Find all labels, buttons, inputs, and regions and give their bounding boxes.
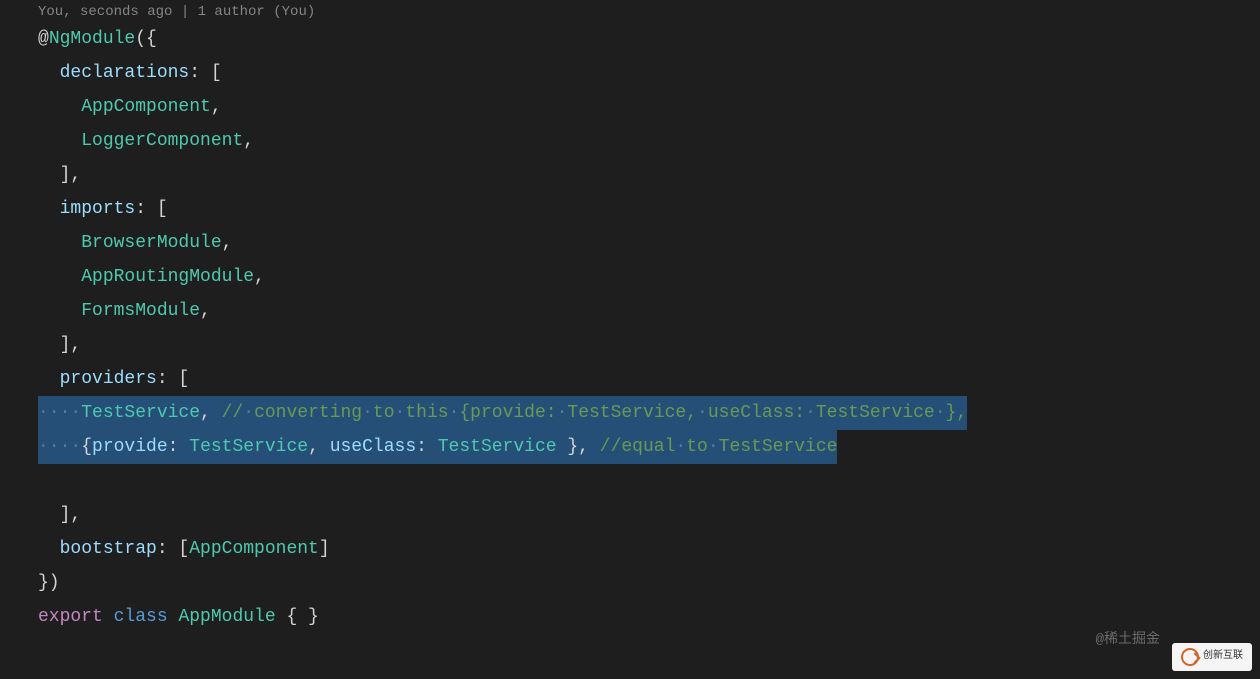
code-content[interactable]: @NgModule({ declarations: [ AppComponent… [0, 22, 1260, 634]
code-line[interactable]: ····{provide: TestService, useClass: Tes… [0, 430, 1260, 464]
code-line[interactable]: export class AppModule { } [0, 600, 1260, 634]
code-line[interactable]: AppRoutingModule, [0, 260, 1260, 294]
code-line[interactable]: imports: [ [0, 192, 1260, 226]
watermark-logo: 创新互联 [1172, 643, 1252, 671]
code-line[interactable]: bootstrap: [AppComponent] [0, 532, 1260, 566]
code-line[interactable]: AppComponent, [0, 90, 1260, 124]
code-line[interactable]: @NgModule({ [0, 22, 1260, 56]
code-line[interactable]: ], [0, 158, 1260, 192]
codelens-annotation[interactable]: You, seconds ago | 1 author (You) [0, 2, 1260, 22]
code-line[interactable]: ], [0, 328, 1260, 362]
code-line[interactable]: providers: [ [0, 362, 1260, 396]
code-line[interactable]: FormsModule, [0, 294, 1260, 328]
code-line[interactable]: ····TestService, //·converting·to·this·{… [0, 396, 1260, 430]
code-line[interactable]: }) [0, 566, 1260, 600]
logo-text: 创新互联 [1203, 640, 1243, 674]
code-editor[interactable]: You, seconds ago | 1 author (You) @NgMod… [0, 2, 1260, 634]
code-line[interactable]: LoggerComponent, [0, 124, 1260, 158]
code-line[interactable]: BrowserModule, [0, 226, 1260, 260]
code-line[interactable]: ], [0, 498, 1260, 532]
watermark-text: @稀土掘金 [1096, 623, 1160, 657]
code-line[interactable] [0, 464, 1260, 498]
logo-icon [1181, 648, 1199, 666]
code-line[interactable]: declarations: [ [0, 56, 1260, 90]
